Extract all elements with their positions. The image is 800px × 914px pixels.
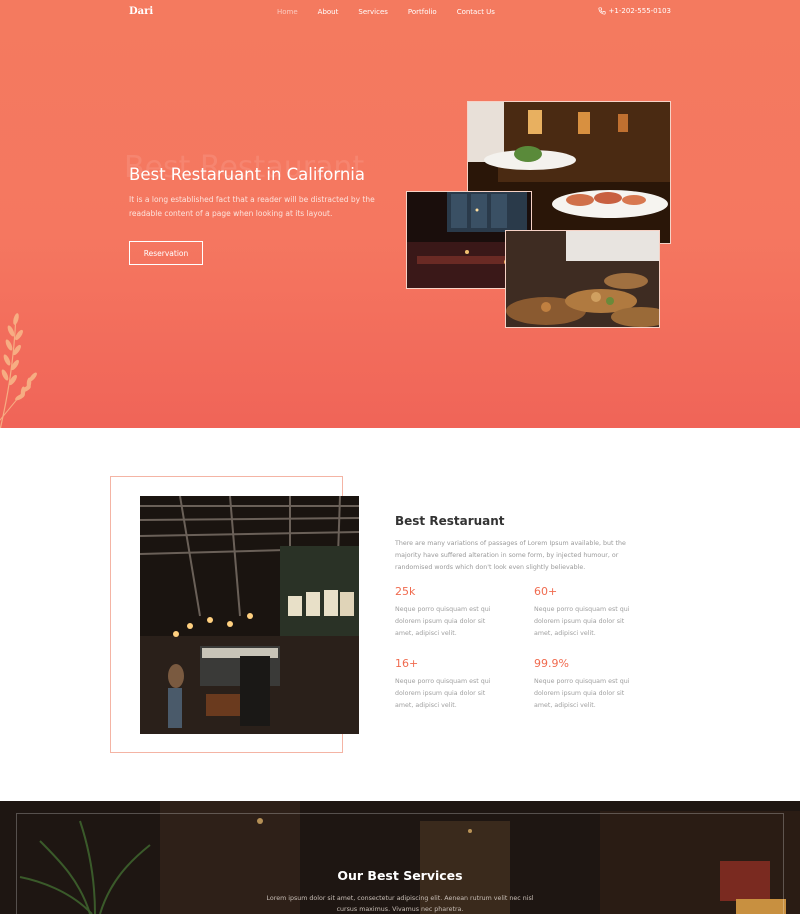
services-title: Our Best Services [337, 868, 463, 883]
reservation-button[interactable]: Reservation [129, 241, 203, 265]
stat-description: Neque porro quisquam est qui dolorem ips… [395, 606, 491, 637]
wheat-decoration [0, 313, 37, 428]
main-menu: Home About Services Portfolio Contact Us [277, 8, 495, 16]
phone-icon [598, 7, 606, 15]
site-logo[interactable]: Dari [129, 6, 153, 17]
navbar: Dari Home About Services Portfolio Conta… [0, 0, 800, 26]
stat-value: 99.9% [534, 657, 569, 670]
stat-item: 60+ Neque porro quisquam est qui dolorem… [534, 585, 644, 640]
stat-value: 60+ [534, 585, 558, 598]
hero-title: Best Restaruant in California [129, 165, 365, 184]
nav-contact[interactable]: Contact Us [457, 8, 495, 16]
hero-description: It is a long established fact that a rea… [129, 195, 375, 218]
stat-description: Neque porro quisquam est qui dolorem ips… [534, 678, 630, 709]
restaurant-interior-photo [140, 496, 359, 734]
services-description: Lorem ipsum dolor sit amet, consectetur … [266, 895, 534, 913]
stat-description: Neque porro quisquam est qui dolorem ips… [395, 678, 491, 709]
stat-description: Neque porro quisquam est qui dolorem ips… [534, 606, 630, 637]
stat-value: 16+ [395, 657, 419, 670]
food-platter-photo [505, 230, 660, 328]
nav-home[interactable]: Home [277, 8, 298, 16]
stat-item: 16+ Neque porro quisquam est qui dolorem… [395, 657, 505, 712]
phone-link[interactable]: +1-202-555-0103 [598, 7, 671, 15]
stat-item: 99.9% Neque porro quisquam est qui dolor… [534, 657, 644, 712]
nav-services[interactable]: Services [358, 8, 388, 16]
hero-section: Dari Home About Services Portfolio Conta… [0, 0, 800, 428]
nav-portfolio[interactable]: Portfolio [408, 8, 437, 16]
about-title: Best Restaruant [395, 514, 505, 528]
about-description: There are many variations of passages of… [395, 540, 626, 571]
stat-value: 25k [395, 585, 416, 598]
stat-item: 25k Neque porro quisquam est qui dolorem… [395, 585, 505, 640]
nav-about[interactable]: About [318, 8, 339, 16]
phone-number: +1-202-555-0103 [608, 7, 671, 15]
